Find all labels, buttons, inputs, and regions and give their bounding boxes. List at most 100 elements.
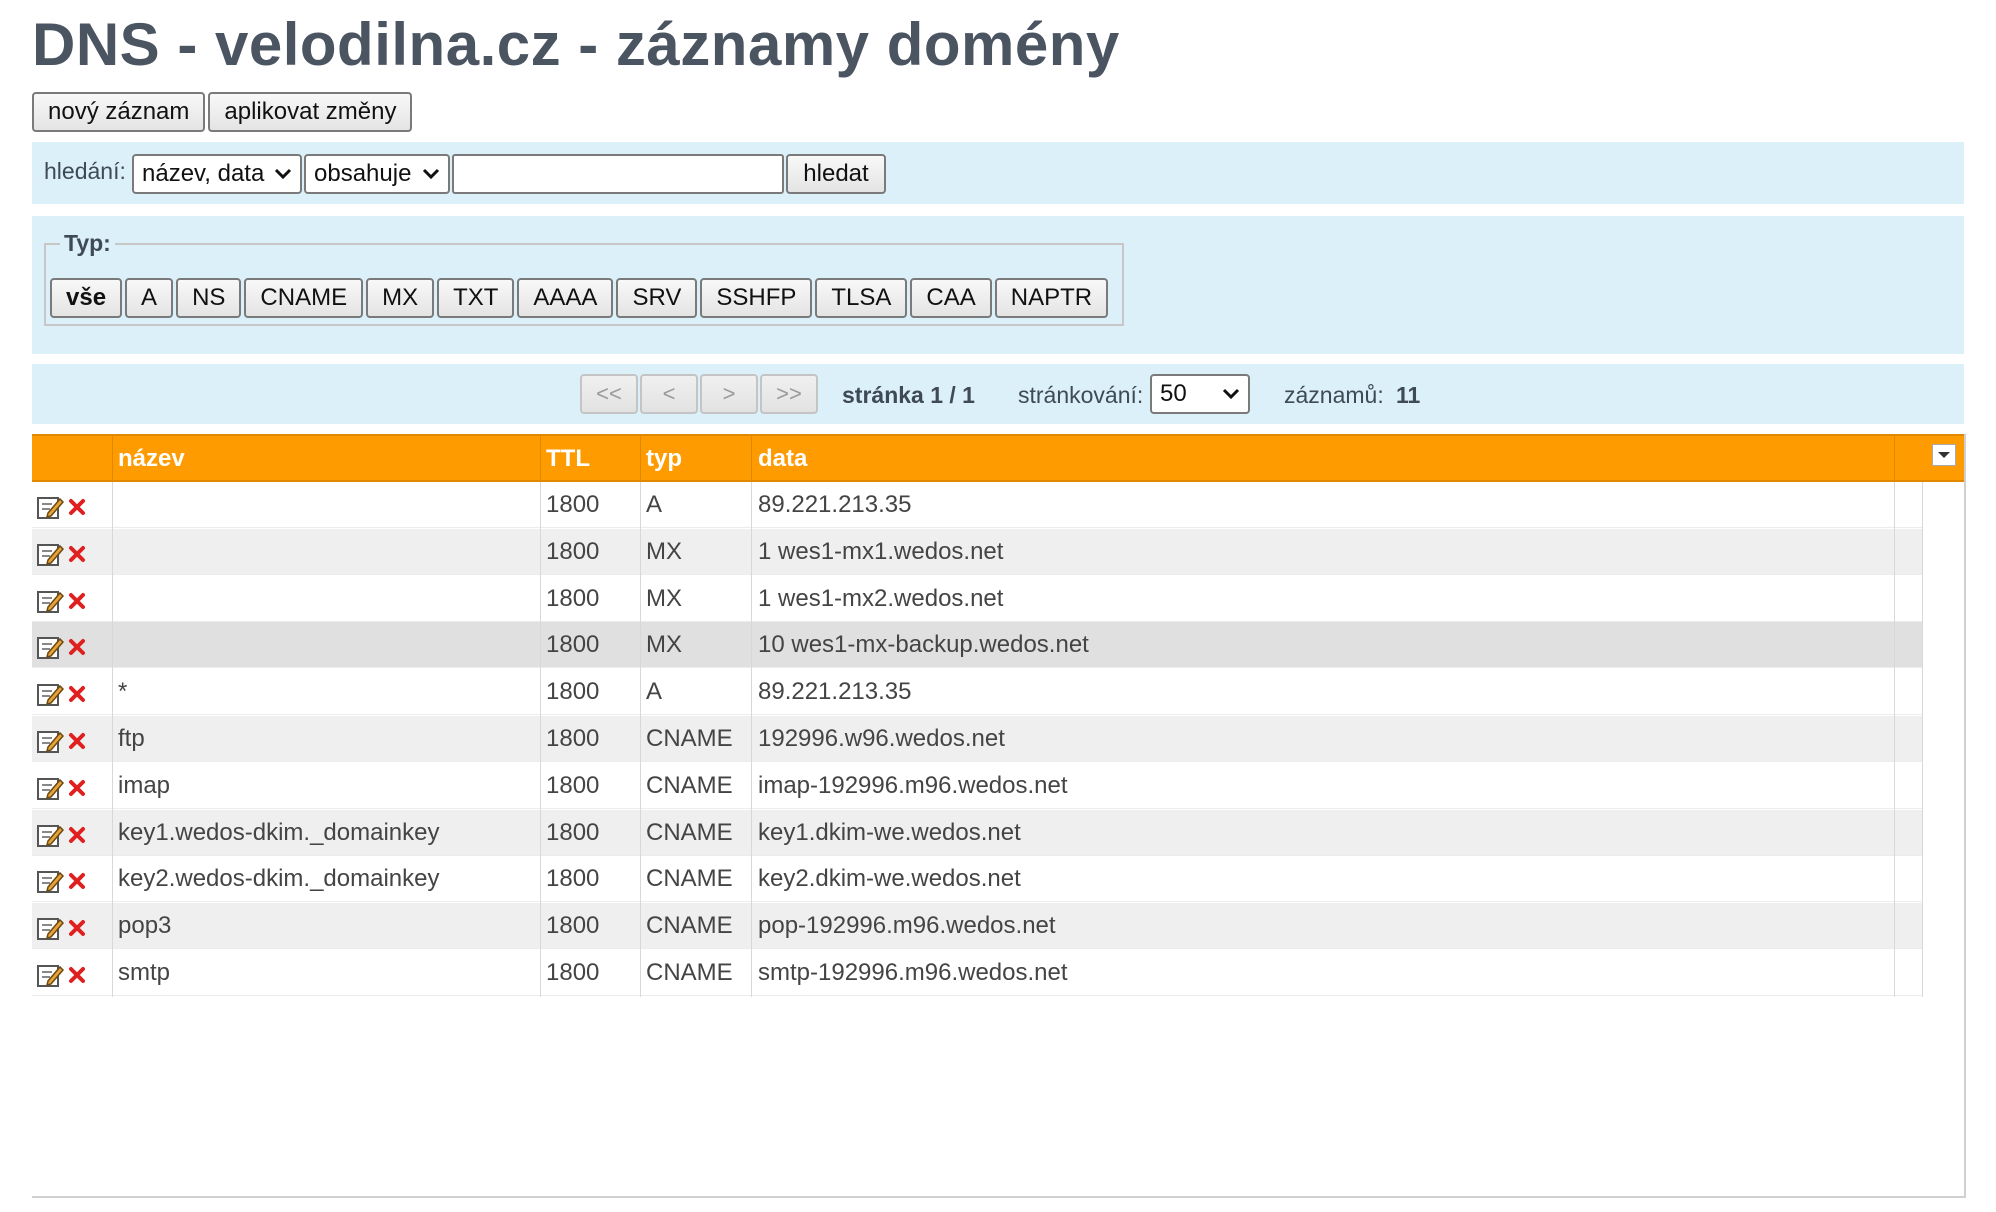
edit-icon[interactable]: [36, 494, 64, 520]
table-row[interactable]: ftp 1800 CNAME 192996.w96.wedos.net: [32, 716, 1922, 762]
record-ttl: 1800: [546, 678, 600, 706]
record-type: MX: [646, 584, 682, 612]
delete-icon[interactable]: [68, 732, 86, 750]
edit-icon[interactable]: [36, 541, 64, 567]
delete-icon[interactable]: [68, 592, 86, 610]
type-filter-button[interactable]: NAPTR: [994, 278, 1109, 318]
search-mode-value: obsahuje: [314, 160, 412, 187]
delete-icon[interactable]: [68, 919, 86, 937]
per-page-value: 50: [1160, 380, 1187, 407]
type-filter-button[interactable]: MX: [366, 278, 435, 318]
record-ttl: 1800: [546, 959, 600, 986]
table-row[interactable]: * 1800 A 89.221.213.35: [32, 669, 1922, 716]
pager-panel: << < > >> stránka 1 / 1 stránkování: 50 …: [32, 364, 1964, 424]
record-name: pop3: [118, 912, 172, 940]
record-data: 89.221.213.35: [758, 678, 912, 706]
type-filter-buttons: vše A NS CNAME MX TXT AAAA SRV SSHFP TLSA CAA NAPTR: [50, 278, 1109, 318]
record-name: ftp: [118, 725, 145, 752]
edit-icon[interactable]: [36, 915, 64, 941]
column-header-data[interactable]: data: [758, 436, 807, 482]
type-filter-button[interactable]: TXT: [437, 278, 515, 318]
edit-icon[interactable]: [36, 775, 64, 801]
table-row[interactable]: 1800 MX 1 wes1-mx1.wedos.net: [32, 528, 1922, 575]
apply-changes-button[interactable]: aplikovat změny: [208, 92, 413, 132]
delete-icon[interactable]: [68, 545, 86, 563]
record-type: MX: [646, 537, 682, 565]
record-ttl: 1800: [546, 865, 600, 893]
record-name: key1.wedos-dkim._domainkey: [118, 818, 440, 846]
new-record-button[interactable]: nový záznam: [32, 92, 206, 132]
table-row[interactable]: key1.wedos-dkim._domainkey 1800 CNAME key1.…: [32, 809, 1922, 856]
table-row[interactable]: 1800 MX 10 wes1-mx-backup.wedos.net: [32, 622, 1922, 669]
edit-icon[interactable]: [36, 634, 64, 660]
record-data: imap-192996.m96.wedos.net: [758, 771, 1068, 799]
record-name: key2.wedos-dkim._domainkey: [118, 865, 440, 893]
record-data: 1 wes1-mx1.wedos.net: [758, 537, 1004, 565]
type-filter-button[interactable]: TLSA: [815, 278, 908, 318]
per-page-label: stránkování:: [1018, 382, 1144, 408]
column-header-name[interactable]: název: [118, 436, 185, 482]
table-row[interactable]: imap 1800 CNAME imap-192996.m96.wedos.net: [32, 762, 1922, 809]
column-menu-button[interactable]: [1932, 444, 1956, 466]
chevron-down-icon: [422, 168, 440, 180]
delete-icon[interactable]: [68, 638, 86, 656]
record-type: A: [646, 491, 663, 518]
record-count-label: záznamů:: [1284, 382, 1384, 408]
edit-icon[interactable]: [36, 822, 64, 848]
search-input[interactable]: [452, 154, 784, 194]
search-button[interactable]: hledat: [786, 154, 886, 194]
type-filter-panel: Typ: vše A NS CNAME MX TXT AAAA SRV SSHFP TLSA CAA…: [32, 216, 1964, 354]
table-row[interactable]: 1800 MX 1 wes1-mx2.wedos.net: [32, 575, 1922, 622]
delete-icon[interactable]: [68, 872, 86, 890]
record-data: key1.dkim-we.wedos.net: [758, 818, 1021, 846]
type-filter-button[interactable]: CAA: [910, 278, 992, 318]
delete-icon[interactable]: [68, 685, 86, 703]
table-row[interactable]: smtp 1800 CNAME smtp-192996.m96.wedos.net: [32, 950, 1922, 996]
record-type: CNAME: [646, 725, 733, 752]
search-panel: hledání: název, data obsahuje hledat: [32, 142, 1964, 204]
records-table: název TTL typ data 1800 A 89.221.213.35 180…: [32, 434, 1966, 1198]
table-row[interactable]: pop3 1800 CNAME pop-192996.m96.wedos.net: [32, 903, 1922, 950]
delete-icon[interactable]: [68, 498, 86, 516]
edit-icon[interactable]: [36, 588, 64, 614]
record-type: A: [646, 678, 663, 706]
record-data: 1 wes1-mx2.wedos.net: [758, 584, 1004, 612]
type-filter-button[interactable]: SRV: [616, 278, 698, 318]
next-page-button[interactable]: >: [700, 374, 758, 414]
record-ttl: 1800: [546, 771, 600, 799]
table-row[interactable]: 1800 A 89.221.213.35: [32, 482, 1922, 528]
record-type: CNAME: [646, 818, 733, 846]
type-filter-button[interactable]: vše: [50, 278, 123, 318]
type-filter-button[interactable]: AAAA: [517, 278, 614, 318]
edit-icon[interactable]: [36, 681, 64, 707]
type-filter-button[interactable]: NS: [176, 278, 242, 318]
delete-icon[interactable]: [68, 779, 86, 797]
search-mode-select[interactable]: obsahuje: [304, 154, 450, 194]
record-ttl: 1800: [546, 491, 600, 518]
type-filter-button[interactable]: SSHFP: [700, 278, 813, 318]
record-ttl: 1800: [546, 584, 600, 612]
column-header-type[interactable]: typ: [646, 436, 682, 482]
edit-icon[interactable]: [36, 868, 64, 894]
search-label: hledání:: [44, 158, 126, 184]
table-header: název TTL typ data: [32, 434, 1964, 482]
per-page-select[interactable]: 50: [1150, 374, 1250, 414]
type-filter-legend: Typ:: [64, 230, 111, 256]
record-type: CNAME: [646, 912, 733, 940]
type-filter-button[interactable]: A: [125, 278, 174, 318]
prev-page-button[interactable]: <: [640, 374, 698, 414]
column-header-ttl[interactable]: TTL: [546, 436, 590, 482]
table-row[interactable]: key2.wedos-dkim._domainkey 1800 CNAME key2.…: [32, 856, 1922, 903]
edit-icon[interactable]: [36, 728, 64, 754]
search-field-select[interactable]: název, data: [132, 154, 302, 194]
delete-icon[interactable]: [68, 826, 86, 844]
delete-icon[interactable]: [68, 966, 86, 984]
record-type: CNAME: [646, 959, 733, 986]
first-page-button[interactable]: <<: [580, 374, 638, 414]
record-count: 11: [1396, 382, 1421, 408]
edit-icon[interactable]: [36, 962, 64, 988]
last-page-button[interactable]: >>: [760, 374, 818, 414]
type-filter-button[interactable]: CNAME: [244, 278, 364, 318]
chevron-down-icon: [1222, 388, 1240, 400]
record-ttl: 1800: [546, 912, 600, 940]
